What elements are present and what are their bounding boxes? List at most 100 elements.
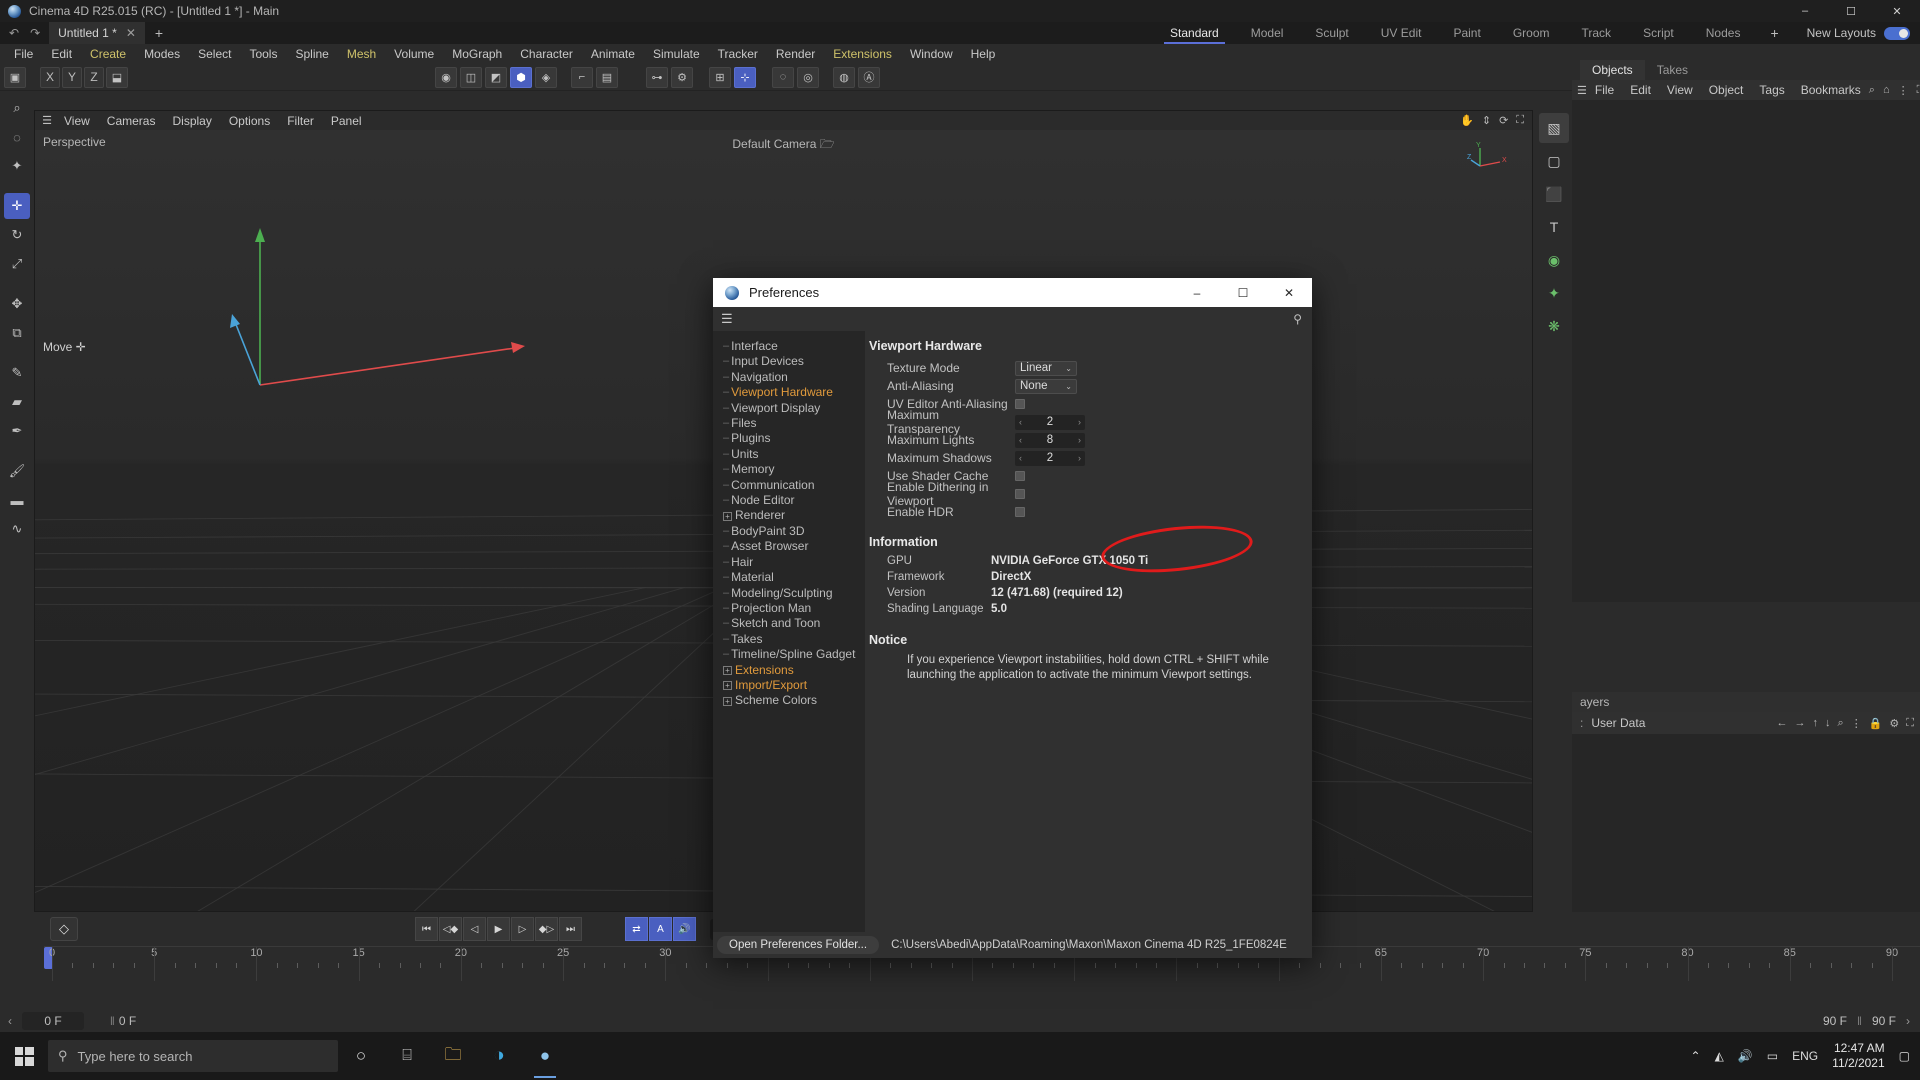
model-mode-icon[interactable]: ⬢ <box>510 66 532 88</box>
menu-character[interactable]: Character <box>511 44 582 64</box>
prefs-nav-viewport-display[interactable]: – Viewport Display <box>723 401 865 416</box>
preferences-search-icon[interactable]: ⚲ <box>1293 312 1302 326</box>
menu-spline[interactable]: Spline <box>286 44 337 64</box>
transport-button-3[interactable]: ▶ <box>487 917 510 941</box>
prefs-nav-takes[interactable]: – Takes <box>723 632 865 647</box>
prefs-nav-renderer[interactable]: + Renderer <box>723 508 865 523</box>
tray-network-icon[interactable]: ◭ <box>1715 1049 1724 1063</box>
transport-button-0[interactable]: ⏮ <box>415 917 438 941</box>
minimize-button[interactable]: – <box>1782 0 1828 22</box>
attr-filter-icon[interactable]: ⋮ <box>1851 717 1862 730</box>
menu-window[interactable]: Window <box>901 44 962 64</box>
nav-down-icon[interactable]: ↓ <box>1825 717 1831 730</box>
tab-takes[interactable]: Takes <box>1645 60 1700 80</box>
axis-z-button[interactable]: Z <box>84 66 104 88</box>
om-menu-tags[interactable]: Tags <box>1751 83 1792 97</box>
prefs-nav-hair[interactable]: – Hair <box>723 555 865 570</box>
menu-mesh[interactable]: Mesh <box>338 44 385 64</box>
axis-x-button[interactable]: X <box>40 66 60 88</box>
viewport-menu-cameras[interactable]: Cameras <box>99 114 164 128</box>
gradient-tool-icon[interactable]: ▬ <box>4 487 30 513</box>
live-selection-tool-icon[interactable]: ⌕ <box>4 95 30 121</box>
om-menu-edit[interactable]: Edit <box>1622 83 1659 97</box>
asset-browser-icon[interactable]: Ⓐ <box>858 66 880 88</box>
setting-checkbox[interactable] <box>1015 507 1025 517</box>
cinema4d-taskbar-button[interactable]: ● <box>522 1032 568 1080</box>
task-view-button[interactable]: ⌸ <box>384 1032 430 1080</box>
om-menu-object[interactable]: Object <box>1701 83 1752 97</box>
document-tab[interactable]: Untitled 1 * ✕ <box>49 22 145 44</box>
viewport-menu-panel[interactable]: Panel <box>323 114 370 128</box>
maximize-button[interactable]: ☐ <box>1828 0 1874 22</box>
menu-mograph[interactable]: MoGraph <box>443 44 511 64</box>
spinner-increment-icon[interactable]: › <box>1078 417 1081 427</box>
close-tab-icon[interactable]: ✕ <box>126 26 136 40</box>
edge-browser-button[interactable]: ◑ <box>476 1032 522 1080</box>
preferences-maximize-button[interactable]: ☐ <box>1220 278 1266 307</box>
render-settings-icon[interactable]: ◍ <box>833 66 855 88</box>
texture-mode-icon[interactable]: ◈ <box>535 66 557 88</box>
poly-pen-tool-icon[interactable]: ✒ <box>4 418 30 444</box>
preview-end-value[interactable]: 90 F <box>1872 1014 1896 1028</box>
pan-icon[interactable]: ✋ <box>1460 114 1474 127</box>
polygon-mode-icon[interactable]: ◩ <box>485 66 507 88</box>
setting-checkbox[interactable] <box>1015 471 1025 481</box>
prefs-nav-import-export[interactable]: + Import/Export <box>723 678 865 693</box>
om-menu-bookmarks[interactable]: Bookmarks <box>1793 83 1869 97</box>
setting-checkbox[interactable] <box>1015 399 1025 409</box>
start-frame-field[interactable]: 0 F <box>22 1012 84 1030</box>
viewport-hamburger-icon[interactable]: ☰ <box>39 114 55 127</box>
materials-icon[interactable]: ▧ <box>1539 113 1569 143</box>
tab-objects[interactable]: Objects <box>1580 60 1645 80</box>
axis-y-button[interactable]: Y <box>62 66 82 88</box>
snap-icon[interactable]: ⊶ <box>646 66 668 88</box>
nav-forward-icon[interactable]: → <box>1795 717 1806 730</box>
quantize-icon[interactable]: ⊹ <box>734 66 756 88</box>
layout-tab-paint[interactable]: Paint <box>1437 22 1496 44</box>
expand-icon[interactable]: + <box>723 511 732 521</box>
undo-icon[interactable]: ↶ <box>9 26 19 40</box>
notification-center-icon[interactable]: ▢ <box>1899 1049 1910 1063</box>
live-selection-icon[interactable]: ▣ <box>4 66 26 88</box>
layout-tab-track[interactable]: Track <box>1566 22 1628 44</box>
setting-dropdown[interactable]: None ⌄ <box>1015 378 1077 394</box>
rotate-tool-icon[interactable]: ↻ <box>4 222 30 248</box>
layers-tab[interactable]: ayers <box>1572 692 1920 712</box>
edge-mode-icon[interactable]: ◫ <box>460 66 482 88</box>
prefs-nav-plugins[interactable]: – Plugins <box>723 431 865 446</box>
user-data-label[interactable]: User Data <box>1591 716 1645 730</box>
taskbar-search-box[interactable]: ⚲ Type here to search <box>48 1040 338 1072</box>
prefs-nav-interface[interactable]: – Interface <box>723 339 865 354</box>
close-button[interactable]: ✕ <box>1874 0 1920 22</box>
menu-simulate[interactable]: Simulate <box>644 44 709 64</box>
character-icon[interactable]: ✦ <box>1539 278 1569 308</box>
brush-tool-icon[interactable]: ▰ <box>4 389 30 415</box>
om-menu-view[interactable]: View <box>1659 83 1701 97</box>
expand-icon[interactable]: + <box>723 665 732 675</box>
prefs-nav-files[interactable]: – Files <box>723 416 865 431</box>
preferences-minimize-button[interactable]: – <box>1174 278 1220 307</box>
scale-tool-icon[interactable]: ⤢ <box>4 251 30 277</box>
paint-tool-icon[interactable]: 🖌 <box>4 458 30 484</box>
transport-button-4[interactable]: ▷ <box>511 917 534 941</box>
tray-battery-icon[interactable]: ▭ <box>1767 1049 1778 1063</box>
transport-button-6[interactable]: ⏭ <box>559 917 582 941</box>
menu-extensions[interactable]: Extensions <box>824 44 901 64</box>
layout-tab-model[interactable]: Model <box>1235 22 1300 44</box>
snap-settings-icon[interactable]: ⚙ <box>671 66 693 88</box>
prefs-nav-timeline-spline-gadget[interactable]: – Timeline/Spline Gadget <box>723 647 865 662</box>
preferences-hamburger-icon[interactable]: ☰ <box>721 311 733 327</box>
nav-up-icon[interactable]: ↑ <box>1813 717 1819 730</box>
menu-animate[interactable]: Animate <box>582 44 644 64</box>
spinner-increment-icon[interactable]: › <box>1078 453 1081 463</box>
prefs-nav-projection-man[interactable]: – Projection Man <box>723 601 865 616</box>
om-expand-icon[interactable]: ⛶ <box>1917 84 1920 97</box>
object-manager-list[interactable] <box>1572 100 1920 602</box>
prefs-nav-input-devices[interactable]: – Input Devices <box>723 354 865 369</box>
prefs-nav-navigation[interactable]: – Navigation <box>723 370 865 385</box>
dolly-icon[interactable]: ⇕ <box>1482 114 1491 127</box>
viewport-menu-view[interactable]: View <box>56 114 98 128</box>
setting-dropdown[interactable]: Linear ⌄ <box>1015 360 1077 376</box>
cortana-button[interactable]: ○ <box>338 1032 384 1080</box>
attributes-manager-body[interactable] <box>1572 734 1920 912</box>
